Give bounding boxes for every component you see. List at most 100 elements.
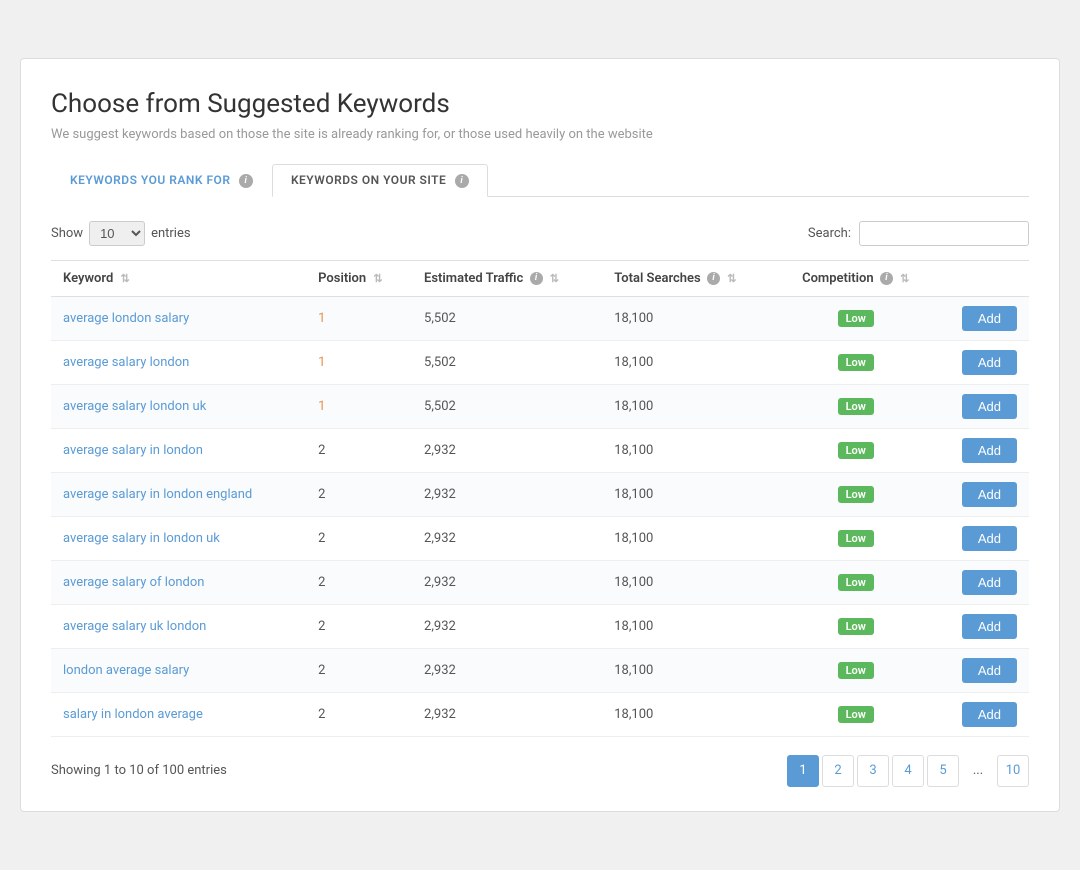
search-input[interactable] [859, 221, 1029, 246]
add-button[interactable]: Add [962, 438, 1017, 463]
competition-cell: Low [777, 428, 934, 472]
col-traffic-info-icon: i [530, 272, 543, 285]
position-cell: 2 [306, 648, 412, 692]
page-button[interactable]: 5 [927, 755, 959, 787]
search-label: Search: [808, 226, 851, 241]
page-button[interactable]: 2 [822, 755, 854, 787]
table-row: average salary in london 2 2,932 18,100 … [51, 428, 1029, 472]
page-button[interactable]: 3 [857, 755, 889, 787]
traffic-cell: 5,502 [412, 296, 602, 340]
pagination: 12345...10 [787, 755, 1029, 787]
action-cell: Add [934, 472, 1029, 516]
add-button[interactable]: Add [962, 394, 1017, 419]
searches-cell: 18,100 [602, 560, 777, 604]
competition-badge: Low [838, 442, 874, 459]
position-cell: 2 [306, 516, 412, 560]
table-body: average london salary 1 5,502 18,100 Low… [51, 296, 1029, 736]
traffic-cell: 5,502 [412, 384, 602, 428]
position-cell: 2 [306, 604, 412, 648]
entries-select[interactable]: 10 25 50 100 [89, 221, 145, 246]
sort-icon-position: ⇅ [373, 272, 382, 285]
competition-badge: Low [838, 618, 874, 635]
position-cell: 1 [306, 296, 412, 340]
action-cell: Add [934, 648, 1029, 692]
tab-keywords-rank[interactable]: KEYWORDS YOU RANK FOR i [51, 164, 272, 197]
table-row: london average salary 2 2,932 18,100 Low… [51, 648, 1029, 692]
add-button[interactable]: Add [962, 702, 1017, 727]
add-button[interactable]: Add [962, 482, 1017, 507]
keyword-cell: average salary london uk [51, 384, 306, 428]
page-subtitle: We suggest keywords based on those the s… [51, 127, 1029, 142]
competition-cell: Low [777, 560, 934, 604]
competition-badge: Low [838, 310, 874, 327]
traffic-cell: 2,932 [412, 472, 602, 516]
competition-badge: Low [838, 706, 874, 723]
competition-cell: Low [777, 472, 934, 516]
competition-cell: Low [777, 296, 934, 340]
action-cell: Add [934, 692, 1029, 736]
competition-badge: Low [838, 662, 874, 679]
keyword-cell: average salary of london [51, 560, 306, 604]
searches-cell: 18,100 [602, 692, 777, 736]
searches-cell: 18,100 [602, 384, 777, 428]
position-cell: 2 [306, 428, 412, 472]
tab-site-info-icon: i [455, 174, 469, 188]
tab-bar: KEYWORDS YOU RANK FOR i KEYWORDS ON YOUR… [51, 164, 1029, 197]
add-button[interactable]: Add [962, 526, 1017, 551]
col-searches-info-icon: i [707, 272, 720, 285]
searches-cell: 18,100 [602, 604, 777, 648]
col-traffic[interactable]: Estimated Traffic i ⇅ [412, 260, 602, 296]
sort-icon-competition: ⇅ [900, 272, 909, 285]
competition-cell: Low [777, 648, 934, 692]
action-cell: Add [934, 384, 1029, 428]
add-button[interactable]: Add [962, 570, 1017, 595]
page-button[interactable]: 10 [997, 755, 1029, 787]
competition-cell: Low [777, 516, 934, 560]
action-cell: Add [934, 296, 1029, 340]
table-row: average salary uk london 2 2,932 18,100 … [51, 604, 1029, 648]
showing-text: Showing 1 to 10 of 100 entries [51, 763, 227, 778]
competition-cell: Low [777, 604, 934, 648]
searches-cell: 18,100 [602, 296, 777, 340]
table-row: average salary london 1 5,502 18,100 Low… [51, 340, 1029, 384]
col-action [934, 260, 1029, 296]
position-cell: 2 [306, 560, 412, 604]
main-card: Choose from Suggested Keywords We sugges… [20, 58, 1060, 812]
col-competition[interactable]: Competition i ⇅ [777, 260, 934, 296]
pagination-row: Showing 1 to 10 of 100 entries 12345...1… [51, 755, 1029, 787]
col-competition-info-icon: i [880, 272, 893, 285]
table-row: average salary london uk 1 5,502 18,100 … [51, 384, 1029, 428]
table-row: average london salary 1 5,502 18,100 Low… [51, 296, 1029, 340]
position-cell: 2 [306, 692, 412, 736]
position-cell: 2 [306, 472, 412, 516]
page-button[interactable]: 4 [892, 755, 924, 787]
position-cell: 1 [306, 384, 412, 428]
action-cell: Add [934, 428, 1029, 472]
show-label: Show [51, 226, 83, 241]
table-header-row: Keyword ⇅ Position ⇅ Estimated Traffic i… [51, 260, 1029, 296]
add-button[interactable]: Add [962, 658, 1017, 683]
competition-cell: Low [777, 384, 934, 428]
searches-cell: 18,100 [602, 516, 777, 560]
tab-keywords-site[interactable]: KEYWORDS ON YOUR SITE i [272, 164, 488, 197]
action-cell: Add [934, 560, 1029, 604]
keyword-cell: average london salary [51, 296, 306, 340]
col-position[interactable]: Position ⇅ [306, 260, 412, 296]
add-button[interactable]: Add [962, 350, 1017, 375]
tab-rank-info-icon: i [239, 174, 253, 188]
col-keyword[interactable]: Keyword ⇅ [51, 260, 306, 296]
add-button[interactable]: Add [962, 614, 1017, 639]
action-cell: Add [934, 516, 1029, 560]
competition-badge: Low [838, 530, 874, 547]
col-searches[interactable]: Total Searches i ⇅ [602, 260, 777, 296]
traffic-cell: 2,932 [412, 648, 602, 692]
sort-icon-searches: ⇅ [727, 272, 736, 285]
keyword-cell: salary in london average [51, 692, 306, 736]
table-row: average salary of london 2 2,932 18,100 … [51, 560, 1029, 604]
traffic-cell: 2,932 [412, 516, 602, 560]
page-button[interactable]: 1 [787, 755, 819, 787]
show-entries-control: Show 10 25 50 100 entries [51, 221, 191, 246]
competition-badge: Low [838, 574, 874, 591]
add-button[interactable]: Add [962, 306, 1017, 331]
searches-cell: 18,100 [602, 340, 777, 384]
